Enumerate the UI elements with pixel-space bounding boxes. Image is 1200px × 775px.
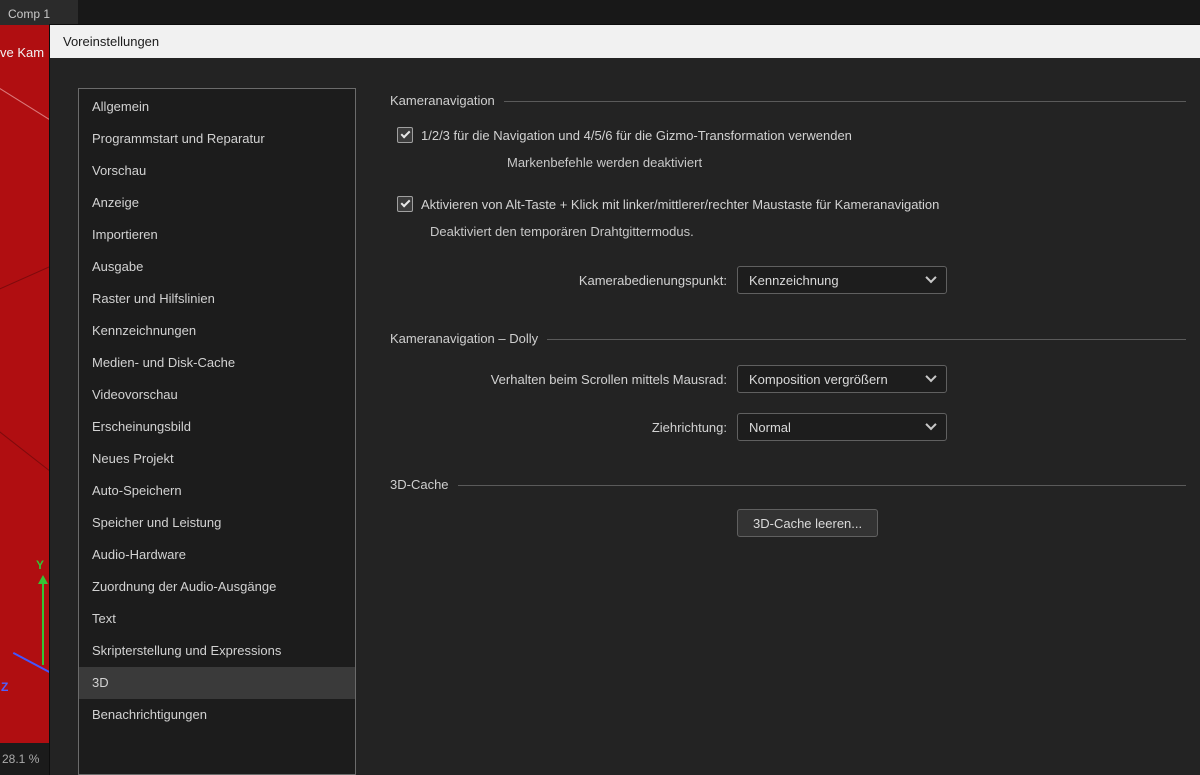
zoom-level[interactable]: 28.1 %	[2, 752, 39, 766]
check-icon	[400, 128, 411, 139]
checkbox-row-123-navigation: 1/2/3 für die Navigation und 4/5/6 für d…	[390, 127, 1186, 145]
sidebar-item-speicher-und-leistung[interactable]: Speicher und Leistung	[79, 507, 355, 539]
section-header-camera-navigation-dolly: Kameranavigation – Dolly	[390, 330, 1186, 346]
dialog-body: Allgemein Programmstart und Reparatur Vors…	[50, 58, 1200, 775]
section-rule	[503, 100, 1186, 102]
sidebar-item-label: Allgemein	[92, 99, 150, 114]
sidebar-item-vorschau[interactable]: Vorschau	[79, 155, 355, 187]
sidebar-item-label: Raster und Hilfslinien	[92, 291, 215, 306]
section-header-camera-navigation: Kameranavigation	[390, 92, 1186, 108]
drag-direction-select[interactable]: Normal	[737, 413, 947, 441]
scroll-behavior-select[interactable]: Komposition vergrößern	[737, 365, 947, 393]
sidebar-item-zuordnung-der-audio-ausg-nge[interactable]: Zuordnung der Audio-Ausgänge	[79, 571, 355, 603]
sidebar-item-label: Videovorschau	[92, 387, 178, 402]
sidebar-item-label: 3D	[92, 675, 109, 690]
sidebar-item-3d[interactable]: 3D	[79, 667, 355, 699]
sidebar-item-anzeige[interactable]: Anzeige	[79, 187, 355, 219]
sidebar-item-label: Programmstart und Reparatur	[92, 131, 265, 146]
sidebar-item-importieren[interactable]: Importieren	[79, 219, 355, 251]
checkbox-row-alt-click: Aktivieren von Alt-Taste + Klick mit lin…	[390, 196, 1186, 214]
y-axis-label: Y	[36, 558, 45, 572]
sidebar-item-ausgabe[interactable]: Ausgabe	[79, 251, 355, 283]
viewer-grid-line	[0, 248, 50, 303]
sidebar-item-neues-projekt[interactable]: Neues Projekt	[79, 443, 355, 475]
sidebar-item-skripterstellung-und-expressions[interactable]: Skripterstellung und Expressions	[79, 635, 355, 667]
z-axis-gizmo	[12, 651, 50, 675]
tab-label: Comp 1	[8, 7, 51, 21]
sidebar-item-text[interactable]: Text	[79, 603, 355, 635]
checkbox-alt-click-navigation[interactable]	[397, 196, 413, 212]
sidebar-item-audio-hardware[interactable]: Audio-Hardware	[79, 539, 355, 571]
sidebar-item-label: Speicher und Leistung	[92, 515, 222, 530]
dropdown-value: Normal	[749, 419, 791, 435]
sidebar-item-label: Zuordnung der Audio-Ausgänge	[92, 579, 277, 594]
sidebar-item-benachrichtigungen[interactable]: Benachrichtigungen	[79, 699, 355, 731]
field-row-scroll-behavior: Verhalten beim Scrollen mittels Mausrad:…	[390, 365, 1186, 393]
section-title: Kameranavigation	[390, 92, 495, 108]
section-title: 3D-Cache	[390, 476, 449, 492]
chevron-down-icon	[925, 418, 937, 430]
section-rule	[547, 338, 1186, 340]
dropdown-value: Komposition vergrößern	[749, 371, 888, 387]
camera-control-point-select[interactable]: Kennzeichnung	[737, 266, 947, 294]
clear-3d-cache-button[interactable]: 3D-Cache leeren...	[737, 509, 879, 537]
field-label: Kamerabedienungspunkt:	[578, 272, 727, 288]
sidebar-item-label: Text	[92, 611, 116, 626]
tab-comp1[interactable]: Comp 1	[0, 0, 78, 25]
sidebar-item-allgemein[interactable]: Allgemein	[79, 91, 355, 123]
sidebar-item-label: Neues Projekt	[92, 451, 174, 466]
checkbox-note: Markenbefehle werden deaktiviert	[507, 155, 703, 170]
sidebar-item-auto-speichern[interactable]: Auto-Speichern	[79, 475, 355, 507]
section-rule	[457, 484, 1186, 486]
preferences-dialog: Voreinstellungen Allgemein Programmstart …	[50, 25, 1200, 775]
viewer-statusbar: 28.1 %	[0, 743, 50, 775]
tab-bar: Comp 1	[0, 0, 1200, 25]
sidebar-item-label: Medien- und Disk-Cache	[92, 355, 236, 370]
section-header-3d-cache: 3D-Cache	[390, 476, 1186, 492]
sidebar-item-label: Importieren	[92, 227, 158, 242]
sidebar-item-raster-und-hilfslinien[interactable]: Raster und Hilfslinien	[79, 283, 355, 315]
sidebar-item-label: Kennzeichnungen	[92, 323, 197, 338]
sidebar-item-label: Erscheinungsbild	[92, 419, 192, 434]
chevron-down-icon	[925, 271, 937, 283]
y-axis-gizmo	[42, 583, 44, 665]
dialog-titlebar[interactable]: Voreinstellungen	[50, 25, 1200, 58]
sidebar-item-label: Vorschau	[92, 163, 147, 178]
checkbox-label: 1/2/3 für die Navigation und 4/5/6 für d…	[421, 128, 852, 143]
app-window: Comp 1 ve Kam Y Z 28.1 % Voreinstellunge…	[0, 0, 1200, 775]
field-row-drag-direction: Ziehrichtung: Normal	[390, 413, 1186, 441]
viewer-grid-line	[0, 415, 50, 496]
sidebar-item-label: Ausgabe	[92, 259, 144, 274]
check-icon	[400, 197, 411, 208]
chevron-down-icon	[925, 370, 937, 382]
sidebar-item-programmstart-und-reparatur[interactable]: Programmstart und Reparatur	[79, 123, 355, 155]
sidebar-item-label: Anzeige	[92, 195, 139, 210]
preferences-category-list: Allgemein Programmstart und Reparatur Vors…	[78, 88, 356, 775]
sidebar-item-videovorschau[interactable]: Videovorschau	[79, 379, 355, 411]
composition-viewer: ve Kam Y Z 28.1 %	[0, 25, 50, 775]
checkbox-note: Deaktiviert den temporären Drahtgittermo…	[430, 224, 694, 239]
checkbox-label: Aktivieren von Alt-Taste + Klick mit lin…	[421, 197, 940, 212]
sidebar-item-label: Auto-Speichern	[92, 483, 182, 498]
dialog-title: Voreinstellungen	[63, 34, 160, 49]
field-label: Ziehrichtung:	[651, 419, 727, 435]
field-row-camera-control-point: Kamerabedienungspunkt: Kennzeichnung	[390, 266, 1186, 294]
sidebar-item-kennzeichnungen[interactable]: Kennzeichnungen	[79, 315, 355, 347]
dropdown-value: Kennzeichnung	[749, 272, 839, 288]
sidebar-item-erscheinungsbild[interactable]: Erscheinungsbild	[79, 411, 355, 443]
preferences-main-panel: Kameranavigation 1/2/3 für die Navigatio…	[390, 92, 1186, 537]
sidebar-item-medien-und-disk-cache[interactable]: Medien- und Disk-Cache	[79, 347, 355, 379]
z-axis-label: Z	[1, 680, 9, 694]
sidebar-item-label: Audio-Hardware	[92, 547, 186, 562]
checkbox-123-navigation[interactable]	[397, 127, 413, 143]
sidebar-item-label: Benachrichtigungen	[92, 707, 207, 722]
field-label: Verhalten beim Scrollen mittels Mausrad:	[490, 371, 727, 387]
viewer-grid-line	[0, 80, 50, 141]
sidebar-item-label: Skripterstellung und Expressions	[92, 643, 282, 658]
cache-button-row: 3D-Cache leeren...	[390, 509, 1186, 537]
section-title: Kameranavigation – Dolly	[390, 330, 539, 346]
active-camera-label: ve Kam	[0, 45, 45, 60]
